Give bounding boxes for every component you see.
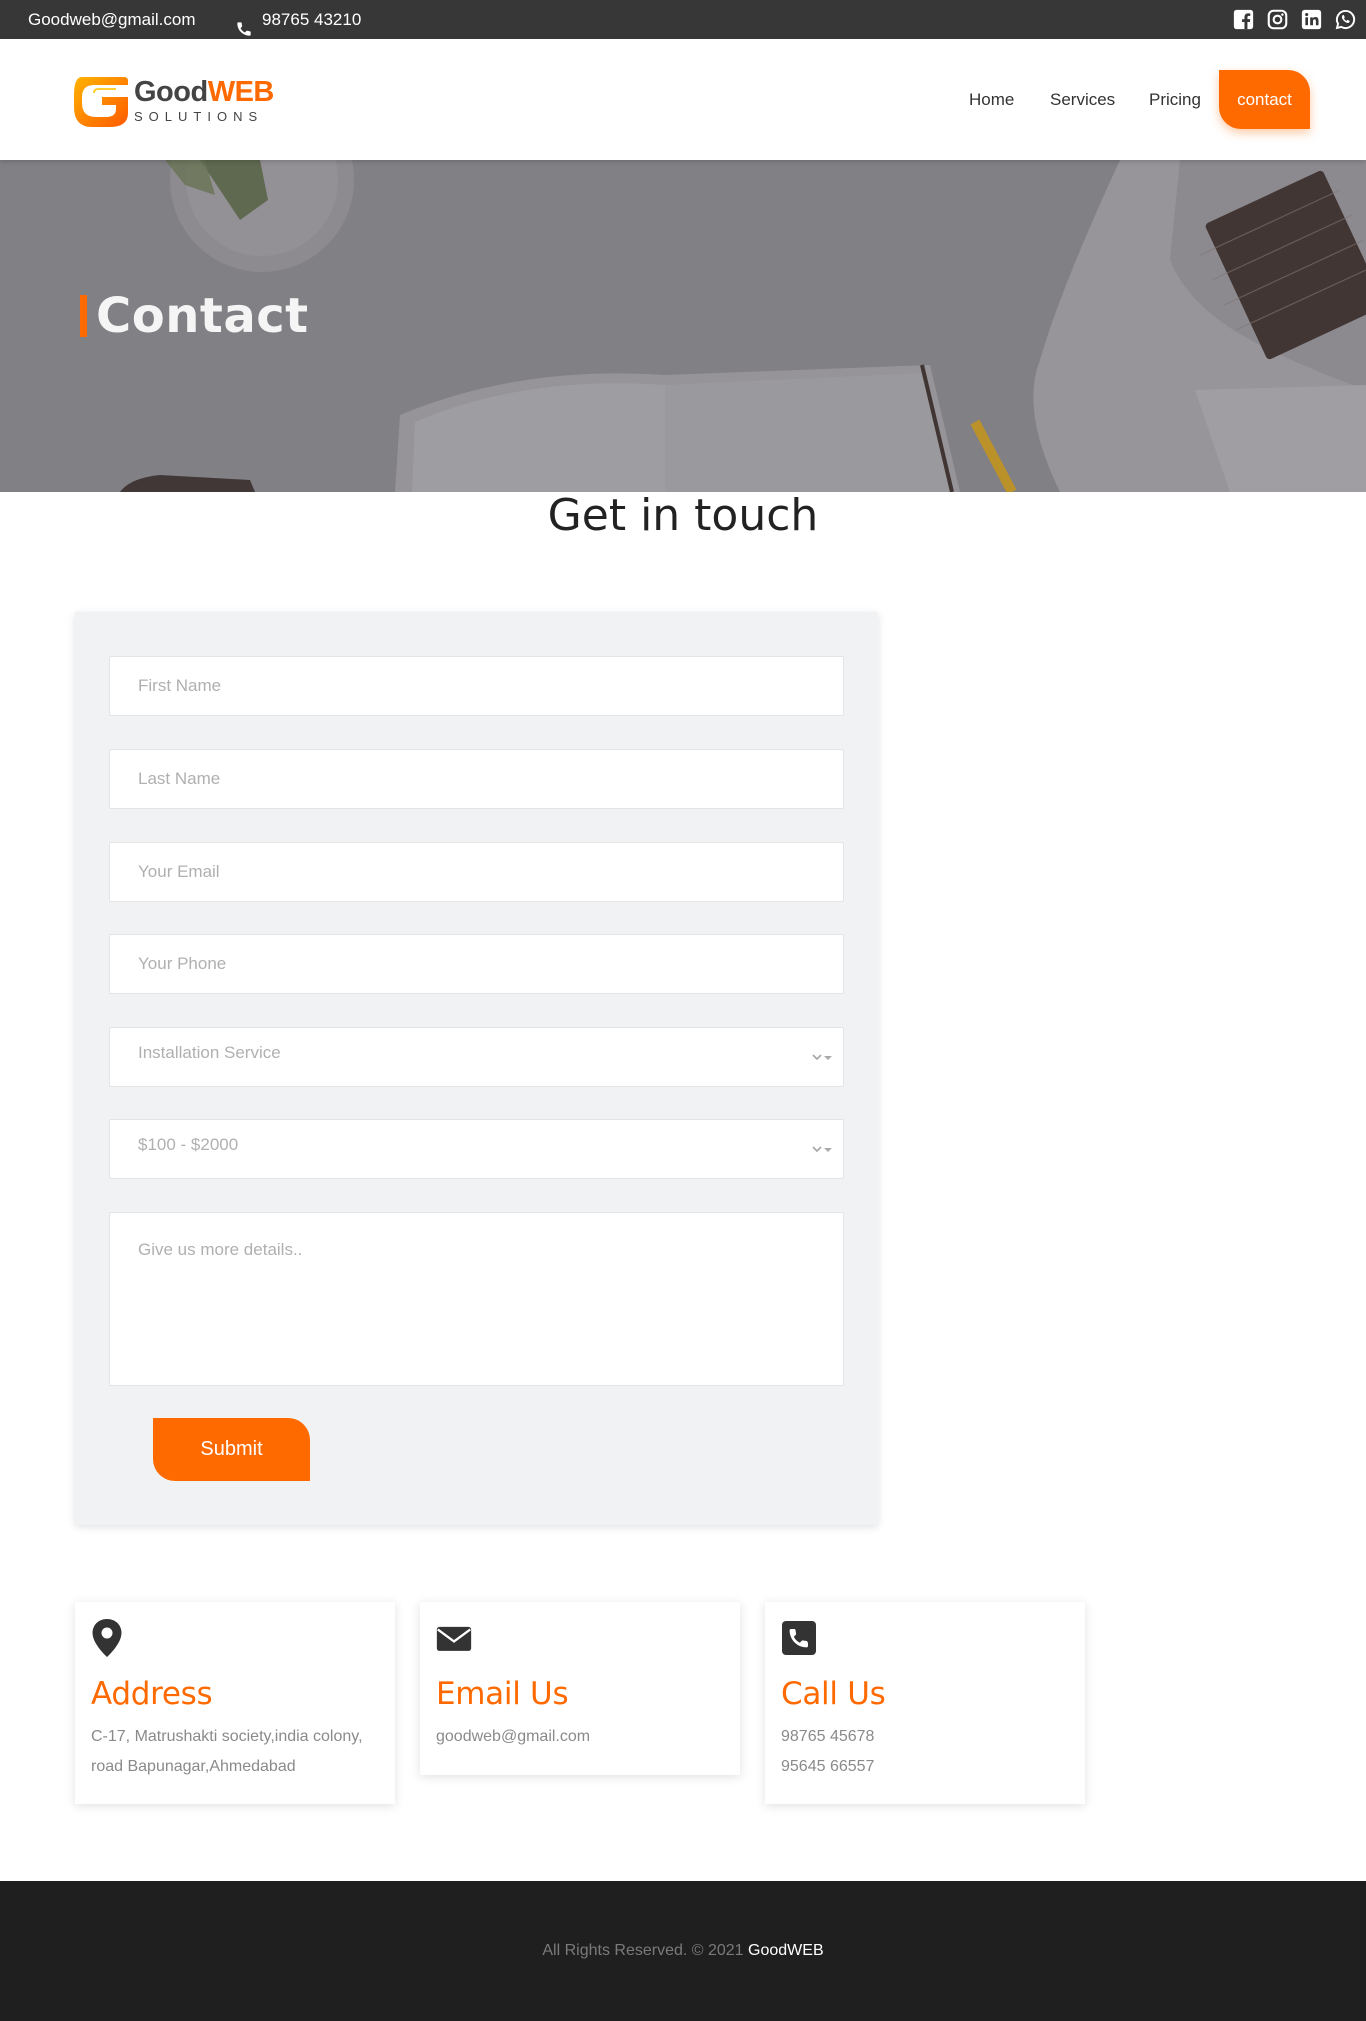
instagram-icon[interactable] <box>1267 9 1288 30</box>
nav-home[interactable]: Home <box>969 39 1014 160</box>
topbar-email[interactable]: Goodweb@gmail.com <box>28 0 196 39</box>
details-textarea[interactable]: Give us more details.. <box>109 1212 844 1386</box>
logo[interactable]: GoodWEB SOLUTIONS <box>72 71 274 129</box>
service-select-value: Installation Service <box>138 1043 281 1062</box>
copyright-text: All Rights Reserved. © 2021 <box>542 1942 749 1959</box>
contact-form: First Name Last Name Your Email Your Pho… <box>75 612 878 1525</box>
chevron-down-icon <box>812 1146 832 1153</box>
hero-title-accent-bar <box>80 295 87 337</box>
address-line-1: C-17, Matrushakti society,india colony, <box>91 1728 363 1745</box>
address-line-2: road Bapunagar,Ahmedabad <box>91 1758 296 1775</box>
budget-select-value: $100 - $2000 <box>138 1135 239 1154</box>
nav-services[interactable]: Services <box>1050 39 1115 160</box>
hero-title: Contact <box>80 288 309 344</box>
phone-number-2[interactable]: 95645 66557 <box>781 1752 1069 1782</box>
site-footer: All Rights Reserved. © 2021 GoodWEB <box>0 1881 1366 2021</box>
nav-contact-button[interactable]: contact <box>1219 70 1310 129</box>
topbar-phone[interactable]: 98765 43210 <box>236 0 361 39</box>
call-title: Call Us <box>781 1676 886 1712</box>
phone-icon <box>236 12 252 36</box>
service-select[interactable]: Installation Service <box>109 1027 844 1087</box>
nav-pricing[interactable]: Pricing <box>1149 39 1201 160</box>
page-title: Contact <box>96 288 309 344</box>
logo-word-good: Good <box>134 75 208 108</box>
logo-wordmark: GoodWEB SOLUTIONS <box>134 77 274 124</box>
phone-number-1[interactable]: 98765 45678 <box>781 1722 1069 1752</box>
logo-mark-icon <box>74 77 128 127</box>
social-links <box>1233 0 1356 39</box>
address-card: Address C-17, Matrushakti society,india … <box>75 1602 395 1804</box>
whatsapp-icon[interactable] <box>1335 9 1356 30</box>
last-name-input[interactable]: Last Name <box>109 749 844 809</box>
map-marker-icon <box>92 1619 122 1657</box>
footer-brand-link[interactable]: GoodWEB <box>748 1942 824 1959</box>
email-card: Email Us goodweb@gmail.com <box>420 1602 740 1775</box>
hero-banner: Contact <box>0 160 1366 492</box>
chevron-down-icon <box>812 1054 832 1061</box>
site-header: GoodWEB SOLUTIONS Home Services Pricing … <box>0 39 1366 160</box>
phone-input[interactable]: Your Phone <box>109 934 844 994</box>
email-title: Email Us <box>436 1676 569 1712</box>
facebook-icon[interactable] <box>1233 9 1254 30</box>
budget-select[interactable]: $100 - $2000 <box>109 1119 844 1179</box>
first-name-input[interactable]: First Name <box>109 656 844 716</box>
logo-word-web: WEB <box>207 75 275 108</box>
email-input[interactable]: Your Email <box>109 842 844 902</box>
address-title: Address <box>91 1676 213 1712</box>
submit-button[interactable]: Submit <box>153 1418 310 1481</box>
top-bar: Goodweb@gmail.com 98765 43210 <box>0 0 1366 39</box>
email-address[interactable]: goodweb@gmail.com <box>436 1722 724 1752</box>
call-card: Call Us 98765 45678 95645 66557 <box>765 1602 1085 1804</box>
linkedin-icon[interactable] <box>1301 9 1322 30</box>
topbar-phone-text: 98765 43210 <box>262 10 362 29</box>
logo-tagline: SOLUTIONS <box>134 108 264 124</box>
phone-square-icon <box>782 1621 816 1655</box>
section-heading: Get in touch <box>547 490 819 541</box>
envelope-icon <box>436 1626 472 1651</box>
